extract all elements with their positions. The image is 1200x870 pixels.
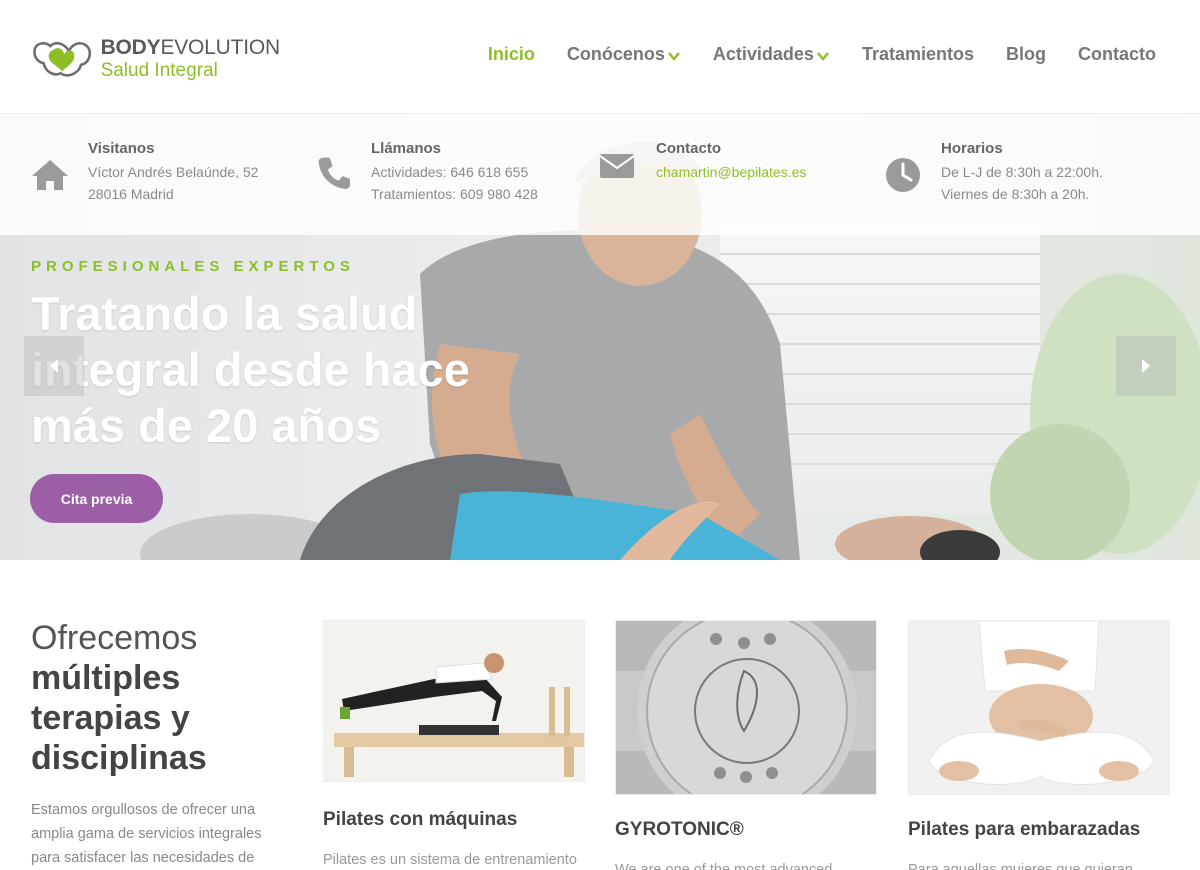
offer-heading-bold: múltiples terapias y disciplinas xyxy=(31,659,207,777)
info-hours-title: Horarios xyxy=(941,140,1003,157)
hero-title: Tratando la salud integral desde hace má… xyxy=(31,287,470,452)
nav-item-inicio[interactable]: Inicio xyxy=(488,44,535,65)
nav-item-tratamientos[interactable]: Tratamientos xyxy=(862,44,974,65)
info-hours-friday: Viernes de 8:30h a 20h. xyxy=(941,186,1090,202)
home-icon xyxy=(32,160,68,190)
offer-heading-light: Ofrecemos xyxy=(31,619,198,657)
chevron-right-icon xyxy=(1142,359,1150,373)
nav-item-conocenos[interactable]: Conócenos xyxy=(567,44,681,65)
card-title[interactable]: Pilates para embarazadas xyxy=(908,819,1170,841)
nav-item-contacto[interactable]: Contacto xyxy=(1078,44,1156,65)
info-visit-title: Visitanos xyxy=(88,140,155,157)
offer-description: Estamos orgullosos de ofrecer una amplia… xyxy=(31,802,262,866)
brand-name-bold: BODY xyxy=(100,35,161,59)
card-title[interactable]: Pilates con máquinas xyxy=(323,809,585,831)
pilates-reformer-image xyxy=(324,621,584,781)
card-title[interactable]: GYROTONIC® xyxy=(615,819,877,841)
card-image[interactable] xyxy=(908,620,1170,795)
info-contact: Contacto chamartin@bepilates.es xyxy=(598,140,806,186)
card-text: Pilates es un sistema de entrenamiento xyxy=(323,852,577,868)
service-card-pilates-pregnancy[interactable]: Pilates para embarazadas Para aquellas m… xyxy=(908,620,1170,870)
nav-label: Conócenos xyxy=(566,44,665,64)
brand-name-light: EVOLUTION xyxy=(160,35,280,59)
brand-tagline: Salud Integral xyxy=(100,59,218,81)
info-visit: Visitanos Víctor Andrés Belaúnde, 52 280… xyxy=(30,140,258,205)
info-contact-email[interactable]: chamartin@bepilates.es xyxy=(656,161,806,183)
card-text: Para aquellas mujeres que quieran xyxy=(908,862,1133,870)
nav-item-blog[interactable]: Blog xyxy=(1006,44,1046,65)
chevron-left-icon xyxy=(50,359,58,373)
nav-label: Actividades xyxy=(712,44,814,64)
logo-heart-icon xyxy=(33,41,91,77)
appointment-button[interactable]: Cita previa xyxy=(30,474,163,523)
brand-logo[interactable]: BODYEVOLUTION Salud Integral xyxy=(30,30,280,86)
info-visit-city: 28016 Madrid xyxy=(88,186,174,202)
nav-label: Blog xyxy=(1006,44,1046,64)
hero-kicker: PROFESIONALES EXPERTOS xyxy=(31,258,355,275)
info-hours-weekdays: De L-J de 8:30h a 22:00h. xyxy=(941,164,1103,180)
pregnant-woman-image xyxy=(909,621,1169,794)
service-card-pilates-machines[interactable]: Pilates con máquinas Pilates es un siste… xyxy=(323,620,585,870)
chevron-down-icon xyxy=(667,51,680,61)
offer-heading: Ofrecemos múltiples terapias y disciplin… xyxy=(31,618,291,778)
clock-icon xyxy=(886,158,920,192)
nav-item-actividades[interactable]: Actividades xyxy=(713,44,830,65)
nav-label: Contacto xyxy=(1078,44,1156,64)
chevron-down-icon xyxy=(817,51,829,61)
main-nav: Inicio Conócenos Actividades Tratamiento… xyxy=(456,44,1156,65)
info-call-treatments[interactable]: Tratamientos: 609 980 428 xyxy=(371,183,538,205)
slider-next-button[interactable] xyxy=(1116,336,1176,396)
nav-label: Inicio xyxy=(487,44,535,64)
info-visit-address: Víctor Andrés Belaúnde, 52 xyxy=(88,164,259,180)
phone-icon xyxy=(318,157,350,189)
card-image[interactable] xyxy=(615,620,877,795)
info-call-title: Llámanos xyxy=(371,140,442,157)
card-image[interactable] xyxy=(323,620,585,782)
gyrotonic-machine-image xyxy=(616,621,876,794)
hero-slider: Visitanos Víctor Andrés Belaúnde, 52 280… xyxy=(0,114,1200,560)
nav-label: Tratamientos xyxy=(861,44,974,64)
card-text: We are one of the most advanced xyxy=(615,862,833,870)
info-call-activities[interactable]: Actividades: 646 618 655 xyxy=(371,161,538,183)
slider-prev-button[interactable] xyxy=(24,336,84,396)
envelope-icon xyxy=(599,154,635,178)
info-hours: Horarios De L-J de 8:30h a 22:00h. Viern… xyxy=(883,140,1103,205)
contact-info-bar: Visitanos Víctor Andrés Belaúnde, 52 280… xyxy=(0,114,1200,235)
info-contact-title: Contacto xyxy=(656,140,721,157)
info-call: Llámanos Actividades: 646 618 655 Tratam… xyxy=(313,140,538,205)
service-card-gyrotonic[interactable]: GYROTONIC® We are one of the most advanc… xyxy=(615,620,877,870)
site-header: BODYEVOLUTION Salud Integral Inicio Conó… xyxy=(0,0,1200,114)
